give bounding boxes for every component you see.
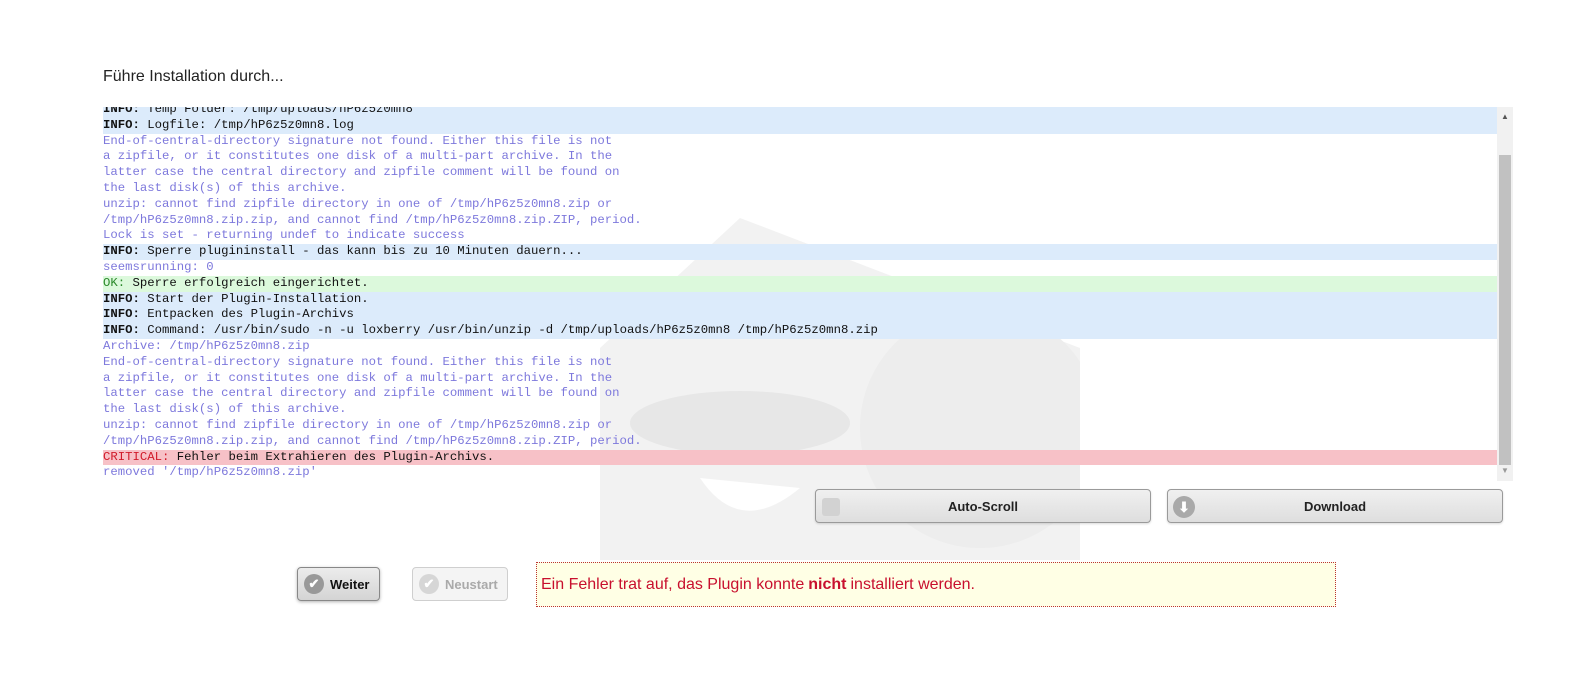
log-line: INFO: Command: /usr/bin/sudo -n -u loxbe…: [103, 323, 1497, 339]
log-line-text: removed '/tmp/hP6z5z0mn8.zip': [103, 465, 318, 480]
log-line: seemsrunning: 0: [103, 260, 1497, 276]
log-line-text: Fehler beim Extrahieren des Plugin-Archi…: [169, 449, 495, 464]
log-line-text: /tmp/hP6z5z0mn8.zip.zip, and cannot find…: [103, 212, 642, 227]
log-line-text: a zipfile, or it constitutes one disk of…: [103, 370, 613, 385]
log-line-text: latter case the central directory and zi…: [103, 165, 620, 180]
log-line-tag: INFO:: [103, 323, 140, 338]
log-line-tag: INFO:: [103, 107, 140, 116]
checkbox-icon: [822, 498, 840, 516]
auto-scroll-label: Auto-Scroll: [947, 498, 1019, 514]
log-line-text: Sperre erfolgreich eingerichtet.: [125, 275, 369, 290]
log-line-tag: INFO:: [103, 117, 140, 132]
log-line-text: Start der Plugin-Installation.: [139, 291, 369, 306]
log-line-tag: INFO:: [103, 291, 140, 306]
error-text-bold: nicht: [808, 575, 847, 593]
log-line: CRITICAL: Fehler beim Extrahieren des Pl…: [103, 449, 1497, 466]
log-line: Lock is set - returning undef to indicat…: [103, 228, 1497, 244]
log-line: OK: Sperre erfolgreich eingerichtet.: [103, 275, 1497, 292]
auto-scroll-button[interactable]: Auto-Scroll: [815, 489, 1151, 523]
weiter-button[interactable]: ✔ Weiter: [297, 567, 380, 601]
log-panel[interactable]: INFO: Temp Folder: /tmp/uploads/hP6z5z0m…: [103, 107, 1513, 481]
log-line-text: Temp Folder: /tmp/uploads/hP6z5z0mn8: [139, 107, 413, 116]
log-line: /tmp/hP6z5z0mn8.zip.zip, and cannot find…: [103, 213, 1497, 229]
log-line: INFO: Logfile: /tmp/hP6z5z0mn8.log: [103, 117, 1497, 134]
log-line: unzip: cannot find zipfile directory in …: [103, 418, 1497, 434]
download-button[interactable]: ⬇ Download: [1167, 489, 1503, 523]
log-line-text: seemsrunning: 0: [103, 259, 214, 274]
log-line: latter case the central directory and zi…: [103, 165, 1497, 181]
log-line-text: unzip: cannot find zipfile directory in …: [103, 417, 613, 432]
download-label: Download: [1303, 498, 1367, 514]
page-title: Führe Installation durch...: [103, 68, 284, 85]
log-line-text: a zipfile, or it constitutes one disk of…: [103, 149, 613, 164]
log-line: unzip: cannot find zipfile directory in …: [103, 197, 1497, 213]
error-text-before: Ein Fehler trat auf, das Plugin konnte: [541, 575, 805, 593]
log-line: removed '/tmp/hP6z5z0mn8.zip': [103, 465, 1497, 481]
log-line-text: Sperre plugininstall - das kann bis zu 1…: [139, 244, 583, 259]
log-line: INFO: Temp Folder: /tmp/uploads/hP6z5z0m…: [103, 107, 1497, 118]
log-line-tag: CRITICAL:: [103, 449, 170, 464]
log-line: a zipfile, or it constitutes one disk of…: [103, 149, 1497, 165]
log-line-text: Lock is set - returning undef to indicat…: [103, 228, 465, 243]
log-line-text: End-of-central-directory signature not f…: [103, 354, 613, 369]
scroll-up-arrow-icon[interactable]: ▲: [1497, 109, 1513, 125]
scrollbar-thumb[interactable]: [1499, 155, 1511, 465]
log-line: latter case the central directory and zi…: [103, 386, 1497, 402]
log-line-tag: INFO:: [103, 307, 140, 322]
log-line-text: Logfile: /tmp/hP6z5z0mn8.log: [139, 117, 354, 132]
log-line-text: latter case the central directory and zi…: [103, 386, 620, 401]
weiter-label: Weiter: [330, 576, 370, 592]
error-text-after: installiert werden.: [850, 575, 975, 593]
log-line: End-of-central-directory signature not f…: [103, 355, 1497, 371]
log-line: INFO: Sperre plugininstall - das kann bi…: [103, 244, 1497, 260]
check-icon: ✔: [419, 574, 439, 594]
log-line-text: the last disk(s) of this archive.: [103, 402, 347, 417]
log-line: End-of-central-directory signature not f…: [103, 134, 1497, 150]
log-line-text: unzip: cannot find zipfile directory in …: [103, 196, 613, 211]
log-scrollbar[interactable]: ▲ ▼: [1497, 107, 1513, 481]
log-content: INFO: Temp Folder: /tmp/uploads/hP6z5z0m…: [103, 107, 1497, 481]
log-line-text: End-of-central-directory signature not f…: [103, 133, 613, 148]
log-line: the last disk(s) of this archive.: [103, 402, 1497, 418]
log-line: the last disk(s) of this archive.: [103, 181, 1497, 197]
log-line-text: the last disk(s) of this archive.: [103, 180, 347, 195]
log-line: a zipfile, or it constitutes one disk of…: [103, 371, 1497, 387]
log-line-tag: OK:: [103, 275, 126, 290]
log-line: INFO: Start der Plugin-Installation.: [103, 291, 1497, 308]
log-line-text: Archive: /tmp/hP6z5z0mn8.zip: [103, 338, 310, 353]
log-line-tag: INFO:: [103, 244, 140, 259]
check-icon: ✔: [304, 574, 324, 594]
download-arrow-icon: ⬇: [1173, 496, 1195, 518]
log-line: INFO: Entpacken des Plugin-Archivs: [103, 307, 1497, 324]
log-line-text: /tmp/hP6z5z0mn8.zip.zip, and cannot find…: [103, 433, 642, 448]
scroll-down-arrow-icon[interactable]: ▼: [1497, 463, 1513, 479]
neustart-button[interactable]: ✔ Neustart: [412, 567, 508, 601]
error-message: Ein Fehler trat auf, das Plugin konnte n…: [536, 562, 1336, 607]
log-line: Archive: /tmp/hP6z5z0mn8.zip: [103, 339, 1497, 355]
log-line: /tmp/hP6z5z0mn8.zip.zip, and cannot find…: [103, 434, 1497, 450]
neustart-label: Neustart: [445, 576, 498, 592]
log-line-text: Command: /usr/bin/sudo -n -u loxberry /u…: [139, 323, 878, 338]
log-line-text: Entpacken des Plugin-Archivs: [139, 307, 354, 322]
